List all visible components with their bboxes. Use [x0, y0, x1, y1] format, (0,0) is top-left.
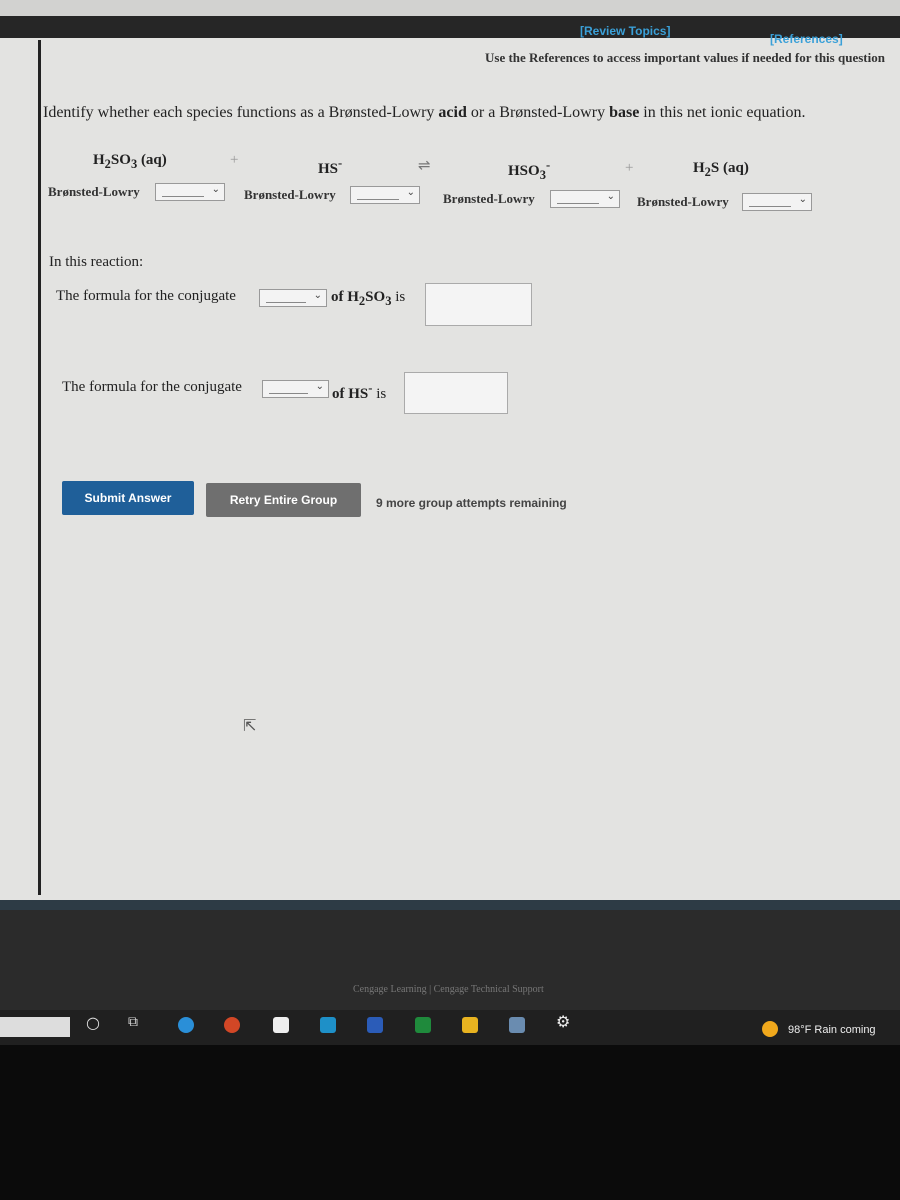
top-strip: [0, 0, 900, 16]
references-note: Use the References to access important v…: [485, 50, 885, 65]
acid-word: acid: [438, 104, 467, 121]
header-bar: [0, 16, 900, 38]
retry-entire-group-button[interactable]: Retry Entire Group: [206, 483, 361, 517]
select-label: Brønsted-Lowry: [48, 184, 140, 199]
word-icon[interactable]: [367, 1017, 383, 1033]
equilibrium-arrow-icon: ⇌: [418, 156, 431, 174]
chevron-down-icon: ⌄: [313, 290, 322, 301]
conjugate-type-select-1[interactable]: ⌄: [259, 289, 327, 307]
hso3-role-select[interactable]: ⌄: [550, 190, 620, 208]
footer: Cengage Learning | Cengage Technical Sup…: [0, 910, 900, 1015]
instr-text: or a Brønsted-Lowry: [466, 104, 610, 121]
calculator-icon[interactable]: [509, 1017, 525, 1033]
chevron-down-icon: ⌄: [798, 194, 807, 205]
task-view-icon[interactable]: ⧉: [128, 1014, 138, 1030]
h2so3-role-select[interactable]: ⌄: [155, 183, 225, 201]
h2s-role-select[interactable]: ⌄: [742, 193, 812, 211]
conjugate-q2-label: The formula for the conjugate: [62, 379, 242, 395]
edge-icon[interactable]: [178, 1017, 194, 1033]
conjugate-q1-answer-input[interactable]: [425, 283, 532, 326]
conjugate-q1-label: The formula for the conjugate: [56, 288, 236, 304]
submit-answer-button[interactable]: Submit Answer: [62, 481, 194, 515]
powerpoint-icon[interactable]: [224, 1017, 240, 1033]
weather-widget[interactable]: 98°F Rain coming: [788, 1024, 876, 1036]
plus-sign: +: [625, 160, 634, 176]
chevron-down-icon: ⌄: [606, 191, 615, 202]
cortana-icon[interactable]: ○: [86, 1013, 100, 1032]
store-icon[interactable]: [273, 1017, 289, 1033]
select-label: Brønsted-Lowry: [443, 191, 535, 206]
species-h2s: H2S (aq): [693, 160, 749, 179]
settings-icon[interactable]: ⚙: [556, 1012, 570, 1031]
references-link[interactable]: [References]: [770, 32, 843, 46]
chevron-down-icon: ⌄: [406, 187, 415, 198]
weather-sun-icon: [762, 1021, 778, 1037]
conjugate-q2-answer-input[interactable]: [404, 372, 508, 414]
species-h2so3: H2SO3 (aq): [93, 152, 167, 171]
mail-icon[interactable]: [320, 1017, 336, 1033]
conjugate-q1-species: of H2SO3 is: [331, 289, 406, 308]
browser-page: [Review Topics] [References] Use the Ref…: [0, 0, 900, 1045]
species-hso3: HSO3-: [508, 158, 551, 182]
select-label: Brønsted-Lowry: [244, 187, 336, 202]
divider: [0, 900, 900, 910]
plus-sign: +: [230, 152, 239, 168]
base-word: base: [609, 104, 640, 121]
reaction-heading: In this reaction:: [49, 254, 144, 270]
excel-icon[interactable]: [415, 1017, 431, 1033]
select-label: Brønsted-Lowry: [637, 194, 729, 209]
attempts-remaining: 9 more group attempts remaining: [376, 496, 567, 510]
review-topics-link[interactable]: [Review Topics]: [580, 24, 670, 38]
conjugate-q2-species: of HS- is: [332, 381, 387, 402]
species-hs: HS-: [318, 156, 343, 177]
question-instruction: Identify whether each species functions …: [43, 104, 806, 122]
chevron-down-icon: ⌄: [315, 381, 324, 392]
search-box[interactable]: [0, 1017, 70, 1037]
footer-links[interactable]: Cengage Learning | Cengage Technical Sup…: [353, 984, 544, 995]
hs-role-select[interactable]: ⌄: [350, 186, 420, 204]
instr-text: Identify whether each species functions …: [43, 104, 439, 121]
file-explorer-icon[interactable]: [462, 1017, 478, 1033]
mouse-cursor-icon: ⇱: [243, 716, 257, 735]
page-border: [38, 40, 41, 895]
conjugate-type-select-2[interactable]: ⌄: [262, 380, 329, 398]
instr-text: in this net ionic equation.: [639, 104, 806, 121]
chevron-down-icon: ⌄: [211, 184, 220, 195]
